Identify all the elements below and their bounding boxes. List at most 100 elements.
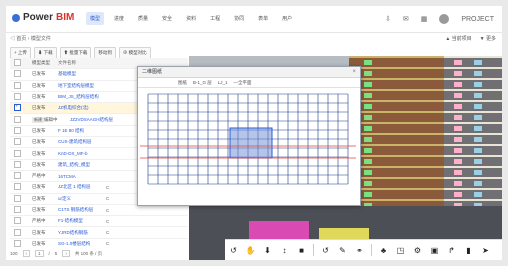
logo-icon: [12, 13, 20, 22]
menu-item-safety[interactable]: 安全: [158, 12, 176, 25]
row-file-name[interactable]: 基础模型: [58, 71, 106, 77]
user-name[interactable]: PROJECT: [461, 16, 494, 23]
row-checkbox[interactable]: [14, 183, 21, 191]
row-select[interactable]: [10, 206, 32, 214]
share-icon[interactable]: ↱: [443, 246, 460, 255]
row-select[interactable]: [10, 239, 32, 248]
row-select[interactable]: [10, 138, 32, 146]
row-checkbox[interactable]: [14, 103, 21, 112]
table-row[interactable]: 已发布 C1TS 钢筋结构层 C: [10, 205, 188, 217]
current-project-link[interactable]: ▲ 当前项目: [445, 35, 471, 42]
tab-drawing[interactable]: 图纸: [178, 80, 187, 86]
row-select[interactable]: [10, 160, 32, 169]
row-checkbox[interactable]: [14, 93, 21, 101]
tab-layer[interactable]: LJ_1: [218, 80, 228, 85]
menu-item-progress[interactable]: 进度: [110, 12, 128, 25]
row-checkbox[interactable]: [14, 194, 21, 202]
tab-plan[interactable]: —全平面: [234, 80, 252, 86]
camera-icon[interactable]: ■: [293, 246, 310, 255]
settings-icon[interactable]: ⚙: [409, 246, 426, 255]
drawing-panel[interactable]: 二维图纸 × 图纸 B-1_G 层 LJ_1 —全平面: [137, 66, 361, 206]
more-link[interactable]: ▼ 更多: [480, 35, 496, 42]
row-file-name[interactable]: 地下室结构层模型: [58, 83, 106, 89]
row-file-name[interactable]: BIM_JS_结构层结构: [58, 94, 106, 100]
row-file-name[interactable]: JZ机电综合(北): [58, 105, 106, 111]
row-select[interactable]: [10, 126, 32, 135]
grid-icon[interactable]: ▦: [421, 15, 428, 23]
menu-item-users[interactable]: 用户: [278, 12, 296, 25]
row-file-name[interactable]: 16TCMA: [58, 174, 106, 179]
avatar[interactable]: [439, 14, 450, 24]
navigate-icon[interactable]: ➤: [477, 246, 494, 255]
table-row[interactable]: 严格中 F1-结构模型 C: [10, 216, 188, 228]
row-select[interactable]: [10, 115, 32, 124]
section-box-icon[interactable]: ◳: [392, 246, 409, 255]
menu-item-docs[interactable]: 资料: [182, 12, 200, 25]
reset-view-icon[interactable]: ↺: [317, 246, 334, 255]
row-checkbox[interactable]: [14, 239, 21, 247]
menu-item-forms[interactable]: 表单: [254, 12, 272, 25]
floor-plan-canvas[interactable]: [140, 88, 356, 202]
message-icon[interactable]: ✉: [403, 15, 409, 23]
row-checkbox[interactable]: [14, 160, 21, 168]
row-checkbox[interactable]: [14, 115, 21, 123]
row-select[interactable]: [10, 103, 32, 112]
row-checkbox[interactable]: [14, 172, 21, 180]
logo-text-b: BIM: [56, 12, 75, 23]
download-icon[interactable]: ⇩: [385, 15, 391, 23]
row-file-name[interactable]: YJRD结构钢筋: [58, 230, 106, 236]
row-select[interactable]: [10, 93, 32, 101]
page-number[interactable]: 1: [35, 250, 44, 257]
row-file-name[interactable]: SG-1.0楼层结构: [58, 241, 106, 247]
breadcrumb[interactable]: ◁ 首页 › 模型文件: [10, 35, 51, 42]
row-file-name[interactable]: 建筑_结构_模型: [58, 162, 106, 168]
menu-item-model[interactable]: 模型: [86, 12, 105, 25]
close-icon[interactable]: ×: [352, 67, 356, 77]
row-checkbox[interactable]: [14, 206, 21, 213]
markup-pen-icon[interactable]: ✎: [334, 246, 351, 255]
menu-item-project[interactable]: 工程: [206, 12, 224, 25]
row-checkbox[interactable]: [14, 217, 21, 225]
row-file-name[interactable]: F 1E 80 结构: [58, 128, 106, 134]
drawing-panel-header[interactable]: 二维图纸 ×: [138, 67, 360, 78]
menu-item-collab[interactable]: 协同: [230, 12, 248, 25]
row-select[interactable]: [10, 81, 32, 90]
rotate-icon[interactable]: ↺: [225, 246, 242, 255]
row-select[interactable]: [10, 70, 32, 78]
prev-page-button[interactable]: ‹: [22, 250, 31, 257]
walk-down-icon[interactable]: ⬇: [259, 246, 276, 255]
row-checkbox[interactable]: [14, 138, 21, 146]
document-icon[interactable]: ▮: [460, 246, 477, 255]
properties-icon[interactable]: ▣: [426, 246, 443, 255]
app-logo[interactable]: Power BIM: [12, 12, 74, 23]
row-select[interactable]: [10, 217, 32, 225]
row-file-name[interactable]: F1-结构模型: [58, 218, 106, 224]
row-file-name[interactable]: KnD-DX_MF-b: [58, 151, 106, 156]
row-checkbox[interactable]: [14, 126, 21, 134]
row-select[interactable]: [10, 149, 32, 158]
row-file-name[interactable]: JZ2VDSAAGH结构层: [70, 117, 118, 123]
row-file-name[interactable]: C1TS 钢筋结构层: [58, 207, 106, 213]
row-select[interactable]: [10, 228, 32, 237]
row-select[interactable]: [10, 183, 32, 191]
table-row[interactable]: 已发布 SG-1.0楼层结构 C: [10, 239, 188, 248]
row-file-name[interactable]: ur定义: [58, 196, 106, 202]
model-tree-icon[interactable]: ♣: [375, 246, 392, 255]
row-file-name[interactable]: CUS-建筑结构层: [58, 139, 106, 145]
pan-hand-icon[interactable]: ✋: [242, 246, 259, 255]
select-all-checkbox[interactable]: [14, 59, 21, 67]
row-checkbox[interactable]: [14, 70, 21, 78]
row-select[interactable]: [10, 172, 32, 180]
header-select[interactable]: [10, 59, 32, 67]
menu-item-quality[interactable]: 质量: [134, 12, 152, 25]
row-select[interactable]: [10, 194, 32, 203]
table-row[interactable]: 已发布 YJRD结构钢筋 C: [10, 227, 188, 239]
measure-icon[interactable]: ⚭: [351, 246, 368, 255]
row-checkbox[interactable]: [14, 81, 21, 89]
row-file-name[interactable]: JZ北区 1 结构层: [58, 184, 106, 190]
row-checkbox[interactable]: [14, 149, 21, 157]
row-checkbox[interactable]: [14, 228, 21, 236]
elevation-icon[interactable]: ↕: [276, 246, 293, 255]
next-page-button[interactable]: ›: [62, 250, 70, 257]
tab-floor[interactable]: B-1_G 层: [193, 80, 212, 86]
